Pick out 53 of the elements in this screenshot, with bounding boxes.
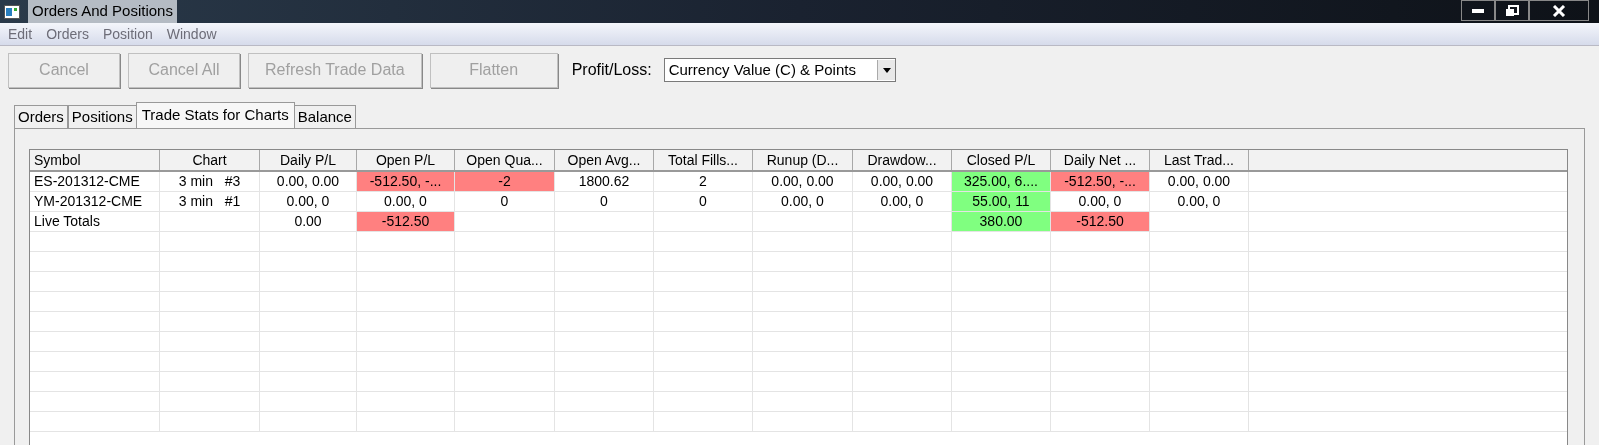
- table-cell: 0.00, 0.00: [1150, 172, 1249, 192]
- table-cell: 0.00, 0: [260, 192, 357, 212]
- menu-item[interactable]: Window: [166, 23, 217, 45]
- column-header[interactable]: Closed P/L: [952, 150, 1051, 170]
- column-header[interactable]: Daily P/L: [260, 150, 357, 170]
- minimize-icon: [1472, 8, 1484, 13]
- profit-loss-label: Profit/Loss:: [571, 60, 652, 80]
- table-cell: -2: [455, 172, 555, 192]
- table-cell: Live Totals: [30, 212, 160, 232]
- table-cell: 2: [654, 172, 753, 192]
- tab[interactable]: Balance: [293, 105, 356, 128]
- column-header[interactable]: Runup (D...: [753, 150, 853, 170]
- table-cell: 0: [555, 192, 654, 212]
- restore-button[interactable]: [1495, 0, 1529, 21]
- table-cell: 3 min #1: [160, 192, 260, 212]
- table-cell: -512.50, -...: [357, 172, 455, 192]
- table-cell: 0.00, 0: [1150, 192, 1249, 212]
- table-cell: 0.00, 0.00: [753, 172, 853, 192]
- table-cell: 380.00: [952, 212, 1051, 232]
- column-header[interactable]: Open Avg...: [555, 150, 654, 170]
- column-header[interactable]: Chart: [160, 150, 260, 170]
- profit-loss-dropdown[interactable]: Currency Value (C) & Points: [663, 58, 896, 82]
- table-cell: -512.50: [357, 212, 455, 232]
- table-cell: ES-201312-CME: [30, 172, 160, 192]
- table-cell: 0: [654, 192, 753, 212]
- restore-icon: [1505, 4, 1519, 17]
- column-header[interactable]: Total Fills...: [654, 150, 753, 170]
- table-cell: 0: [455, 192, 555, 212]
- app-icon: [4, 4, 20, 19]
- table-cell: 3 min #3: [160, 172, 260, 192]
- menu-item[interactable]: Edit: [8, 23, 33, 45]
- menu-item[interactable]: Position: [102, 23, 153, 45]
- table-cell: -512.50: [1051, 212, 1150, 232]
- tab[interactable]: Orders: [14, 105, 68, 128]
- minimize-button[interactable]: [1461, 0, 1495, 21]
- tab[interactable]: Trade Stats for Charts: [135, 102, 295, 128]
- table-cell: 325.00, 6....: [952, 172, 1051, 192]
- menu-item[interactable]: Orders: [46, 23, 89, 45]
- table-cell: YM-201312-CME: [30, 192, 160, 212]
- column-header[interactable]: Drawdow...: [853, 150, 952, 170]
- column-header[interactable]: Symbol: [30, 150, 160, 170]
- column-header[interactable]: Open Qua...: [455, 150, 555, 170]
- table-cell: 55.00, 11: [952, 192, 1051, 212]
- column-header[interactable]: Last Trad...: [1150, 150, 1249, 170]
- table-cell: -512.50, -...: [1051, 172, 1150, 192]
- table-cell: 1800.62: [555, 172, 654, 192]
- tab[interactable]: Positions: [67, 105, 137, 128]
- column-header[interactable]: Open P/L: [357, 150, 455, 170]
- column-header[interactable]: Daily Net ...: [1051, 150, 1150, 170]
- window-title: Orders And Positions: [28, 0, 177, 23]
- close-icon: [1552, 4, 1566, 17]
- table-cell: 0.00, 0: [753, 192, 853, 212]
- close-button[interactable]: [1529, 0, 1589, 21]
